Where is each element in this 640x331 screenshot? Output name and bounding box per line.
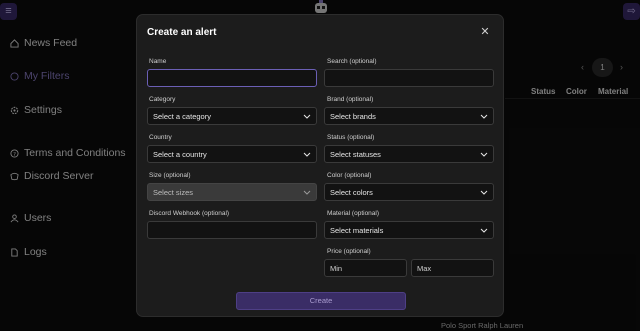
close-icon: ✕ xyxy=(480,26,490,38)
chevron-down-icon xyxy=(480,152,488,157)
close-button[interactable]: ✕ xyxy=(479,26,491,38)
search-field[interactable] xyxy=(324,69,494,87)
material-select[interactable]: Select materials xyxy=(324,221,494,239)
chevron-down-icon xyxy=(480,114,488,119)
country-select-value: Select a country xyxy=(153,149,207,159)
size-select-value: Select sizes xyxy=(153,187,194,197)
material-select-value: Select materials xyxy=(330,225,384,235)
price-max-field[interactable] xyxy=(411,259,494,277)
webhook-field[interactable] xyxy=(147,221,317,239)
name-field[interactable] xyxy=(147,69,317,87)
price-label: Price (optional) xyxy=(327,248,371,255)
status-select-value: Select statuses xyxy=(330,149,381,159)
price-max-input[interactable] xyxy=(417,263,488,273)
search-label: Search (optional) xyxy=(327,58,377,65)
color-label: Color (optional) xyxy=(327,172,372,179)
name-input[interactable] xyxy=(153,73,311,83)
create-button[interactable]: Create xyxy=(236,292,406,310)
price-min-input[interactable] xyxy=(330,263,401,273)
size-label: Size (optional) xyxy=(149,172,191,179)
color-select[interactable]: Select colors xyxy=(324,183,494,201)
chevron-down-icon xyxy=(303,114,311,119)
price-min-field[interactable] xyxy=(324,259,407,277)
size-select[interactable]: Select sizes xyxy=(147,183,317,201)
chevron-down-icon xyxy=(303,152,311,157)
brand-select[interactable]: Select brands xyxy=(324,107,494,125)
webhook-input[interactable] xyxy=(153,225,311,235)
name-label: Name xyxy=(149,58,167,65)
country-label: Country xyxy=(149,134,172,141)
country-select[interactable]: Select a country xyxy=(147,145,317,163)
category-label: Category xyxy=(149,96,176,103)
search-input[interactable] xyxy=(330,73,488,83)
category-select[interactable]: Select a category xyxy=(147,107,317,125)
modal-title: Create an alert xyxy=(147,27,217,38)
chevron-down-icon xyxy=(303,190,311,195)
brand-select-value: Select brands xyxy=(330,111,376,121)
status-select[interactable]: Select statuses xyxy=(324,145,494,163)
material-label: Material (optional) xyxy=(327,210,380,217)
chevron-down-icon xyxy=(480,228,488,233)
category-select-value: Select a category xyxy=(153,111,211,121)
status-label: Status (optional) xyxy=(327,134,375,141)
create-alert-modal: Create an alert ✕ Name Category Select a… xyxy=(136,14,504,317)
chevron-down-icon xyxy=(480,190,488,195)
webhook-label: Discord Webhook (optional) xyxy=(149,210,230,217)
brand-label: Brand (optional) xyxy=(327,96,374,103)
color-select-value: Select colors xyxy=(330,187,373,197)
